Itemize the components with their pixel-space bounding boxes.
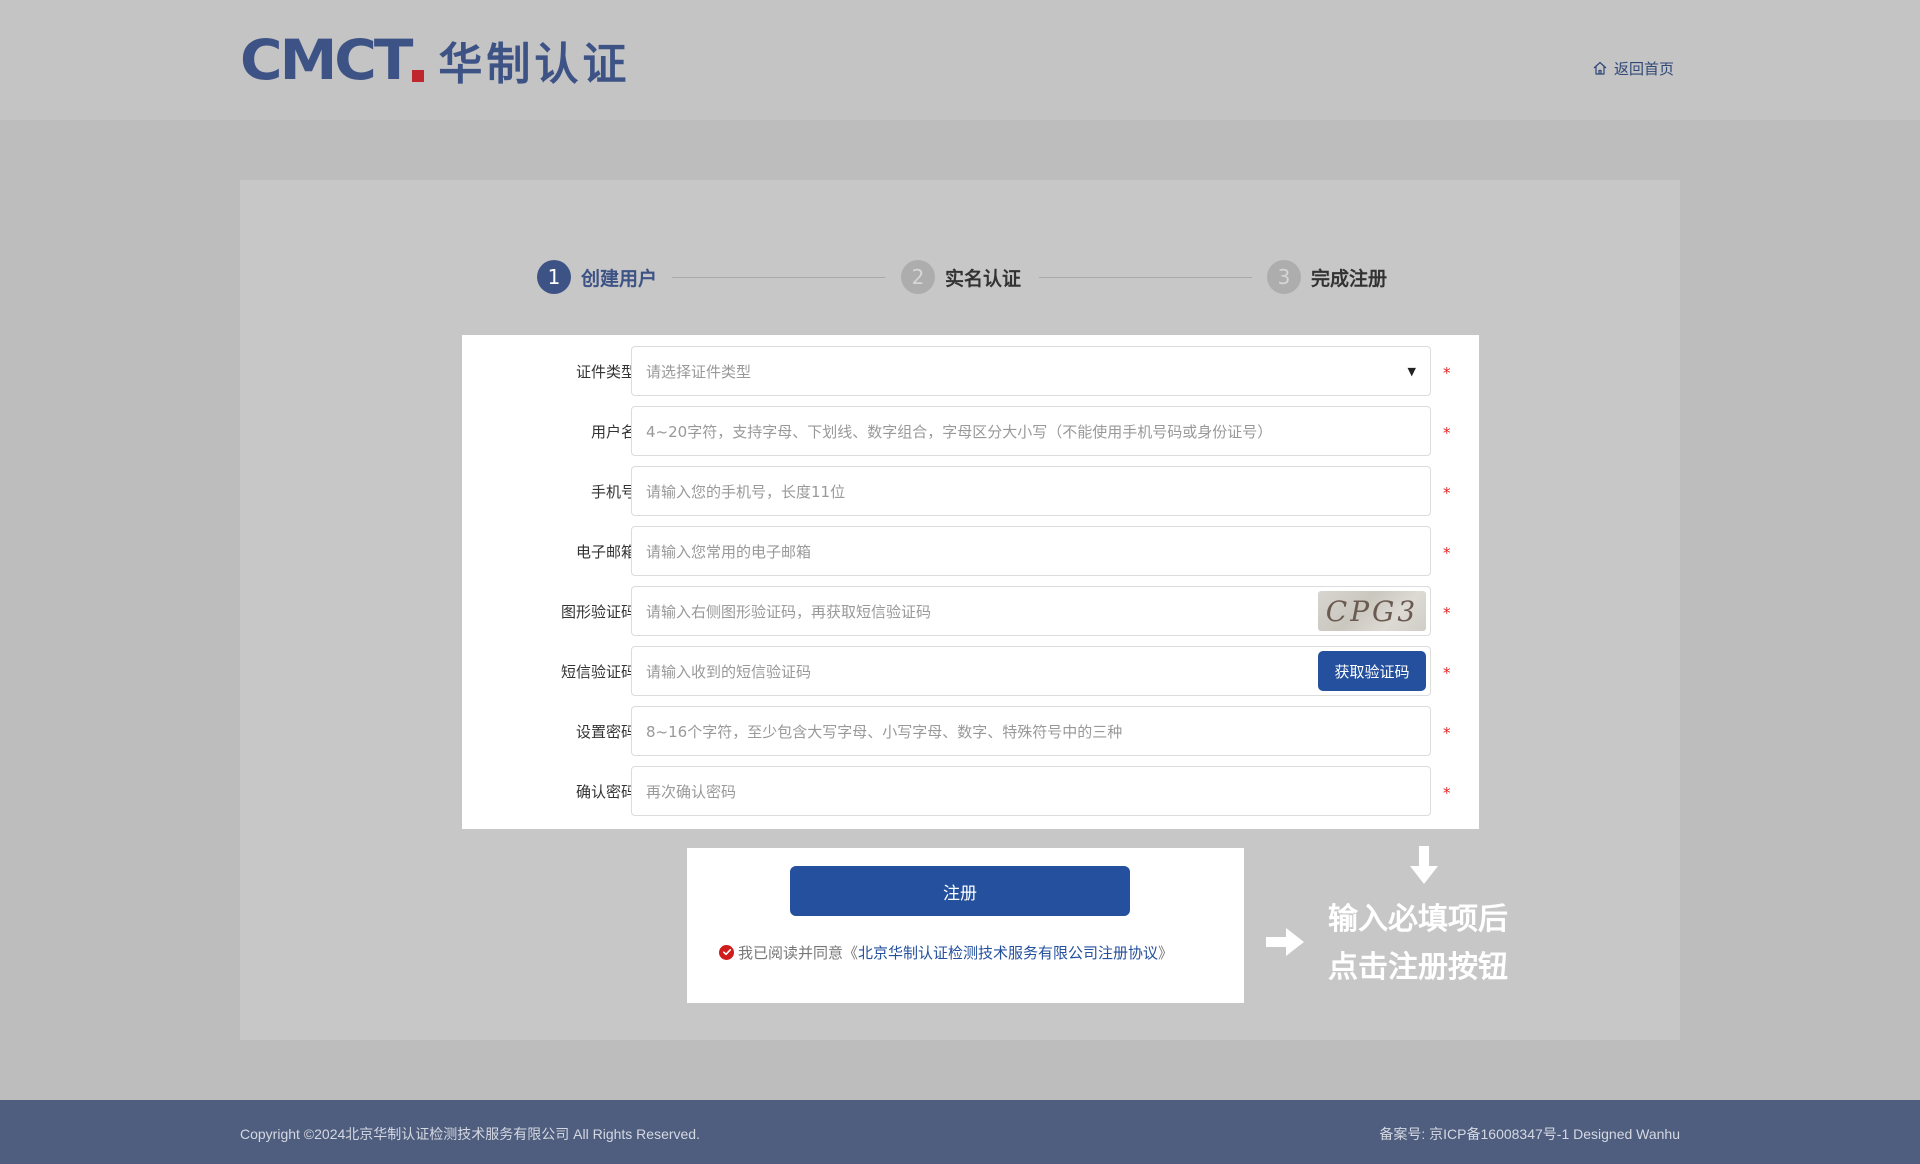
- icp-text: 备案号: 京ICP备16008347号-1 Designed Wanhu: [1379, 1126, 1680, 1142]
- required-mark: *: [1443, 544, 1451, 562]
- email-placeholder: 请输入您常用的电子邮箱: [646, 542, 812, 561]
- required-mark: *: [1443, 664, 1451, 682]
- step-indicator: 1 创建用户 2 实名认证 3 完成注册: [537, 260, 1391, 296]
- required-mark: *: [1443, 784, 1451, 802]
- sms-code-label: 短信验证码:: [560, 663, 641, 681]
- form-row-captcha: 图形验证码: 请输入右侧图形验证码，再获取短信验证码 CPG3 *: [462, 586, 1479, 636]
- logo[interactable]: CMCT 华制认证: [240, 27, 630, 93]
- agreement-suffix: 》: [1158, 943, 1174, 962]
- logo-text: 华制认证: [438, 39, 631, 90]
- step-divider: [1039, 277, 1252, 278]
- submit-panel: 注册 我已阅读并同意《 北京华制认证检测技术服务有限公司注册协议》: [687, 848, 1244, 1003]
- required-mark: *: [1443, 724, 1451, 742]
- caret-down-icon: ▼: [1407, 364, 1416, 378]
- phone-placeholder: 请输入您的手机号，长度11位: [646, 482, 846, 501]
- sms-code-input[interactable]: 请输入收到的短信验证码 获取验证码: [631, 646, 1431, 696]
- logo-mark: CMCT: [240, 27, 413, 93]
- step-label: 创建用户: [581, 267, 658, 290]
- step-2: 2 实名认证: [901, 260, 1021, 294]
- registration-form: 证件类型: 请选择证件类型 ▼ * 用户名: 4~20字符，支持字母、下划线、数…: [462, 335, 1479, 829]
- form-row-email: 电子邮箱: 请输入您常用的电子邮箱 *: [462, 526, 1479, 576]
- step-label: 完成注册: [1311, 267, 1388, 290]
- agreement-row[interactable]: 我已阅读并同意《 北京华制认证检测技术服务有限公司注册协议》: [719, 942, 1173, 962]
- id-type-placeholder: 请选择证件类型: [646, 362, 752, 381]
- get-code-button[interactable]: 获取验证码: [1318, 651, 1426, 691]
- required-mark: *: [1443, 604, 1451, 622]
- captcha-image[interactable]: CPG3: [1318, 591, 1426, 631]
- required-mark: *: [1443, 424, 1451, 442]
- step-1: 1 创建用户: [537, 260, 657, 294]
- agreement-link[interactable]: 北京华制认证检测技术服务有限公司注册协议: [858, 942, 1158, 963]
- required-mark: *: [1443, 364, 1451, 382]
- form-row-id-type: 证件类型: 请选择证件类型 ▼ *: [462, 346, 1479, 396]
- password-input[interactable]: 8~16个字符，至少包含大写字母、小写字母、数字、特殊符号中的三种: [631, 706, 1431, 756]
- step-number: 1: [537, 260, 571, 294]
- form-row-confirm-password: 确认密码: 再次确认密码 *: [462, 766, 1479, 816]
- confirm-password-input[interactable]: 再次确认密码: [631, 766, 1431, 816]
- password-placeholder: 8~16个字符，至少包含大写字母、小写字母、数字、特殊符号中的三种: [646, 722, 1123, 741]
- hint-line-1: 输入必填项后: [1328, 902, 1508, 937]
- hint-line-2: 点击注册按钮: [1328, 950, 1508, 985]
- check-circle-icon[interactable]: [719, 944, 734, 960]
- required-mark: *: [1443, 484, 1451, 502]
- form-row-sms-code: 短信验证码: 请输入收到的短信验证码 获取验证码 *: [462, 646, 1479, 696]
- phone-input[interactable]: 请输入您的手机号，长度11位: [631, 466, 1431, 516]
- sms-code-placeholder: 请输入收到的短信验证码: [646, 662, 812, 681]
- arrow-down-icon: [1410, 846, 1438, 890]
- captcha-input[interactable]: 请输入右侧图形验证码，再获取短信验证码 CPG3: [631, 586, 1431, 636]
- copyright-text: Copyright ©2024北京华制认证检测技术服务有限公司 All Righ…: [240, 1126, 700, 1142]
- home-link[interactable]: 返回首页: [1592, 57, 1674, 79]
- home-link-label: 返回首页: [1614, 59, 1675, 78]
- step-label: 实名认证: [945, 267, 1022, 290]
- hint-text: 输入必填项后 点击注册按钮: [1328, 896, 1568, 992]
- form-row-username: 用户名: 4~20字符，支持字母、下划线、数字组合，字母区分大小写（不能使用手机…: [462, 406, 1479, 456]
- home-icon: [1593, 61, 1607, 75]
- step-number: 2: [901, 260, 935, 294]
- confirm-password-placeholder: 再次确认密码: [646, 782, 737, 801]
- logo-dot: [412, 70, 425, 82]
- form-row-phone: 手机号: 请输入您的手机号，长度11位 *: [462, 466, 1479, 516]
- step-number: 3: [1267, 260, 1301, 294]
- username-input[interactable]: 4~20字符，支持字母、下划线、数字组合，字母区分大小写（不能使用手机号码或身份…: [631, 406, 1431, 456]
- header: CMCT 华制认证 返回首页: [0, 0, 1920, 120]
- agreement-prefix: 我已阅读并同意《: [738, 943, 859, 962]
- register-button[interactable]: 注册: [790, 866, 1130, 916]
- form-row-password: 设置密码: 8~16个字符，至少包含大写字母、小写字母、数字、特殊符号中的三种 …: [462, 706, 1479, 756]
- id-type-select[interactable]: 请选择证件类型 ▼: [631, 346, 1431, 396]
- email-input[interactable]: 请输入您常用的电子邮箱: [631, 526, 1431, 576]
- captcha-placeholder: 请输入右侧图形验证码，再获取短信验证码: [646, 602, 932, 621]
- captcha-label: 图形验证码:: [560, 603, 641, 621]
- arrow-right-icon: [1266, 928, 1306, 960]
- footer: Copyright ©2024北京华制认证检测技术服务有限公司 All Righ…: [0, 1100, 1920, 1164]
- step-divider: [672, 277, 885, 278]
- username-placeholder: 4~20字符，支持字母、下划线、数字组合，字母区分大小写（不能使用手机号码或身份…: [646, 422, 1273, 441]
- step-3: 3 完成注册: [1267, 260, 1387, 294]
